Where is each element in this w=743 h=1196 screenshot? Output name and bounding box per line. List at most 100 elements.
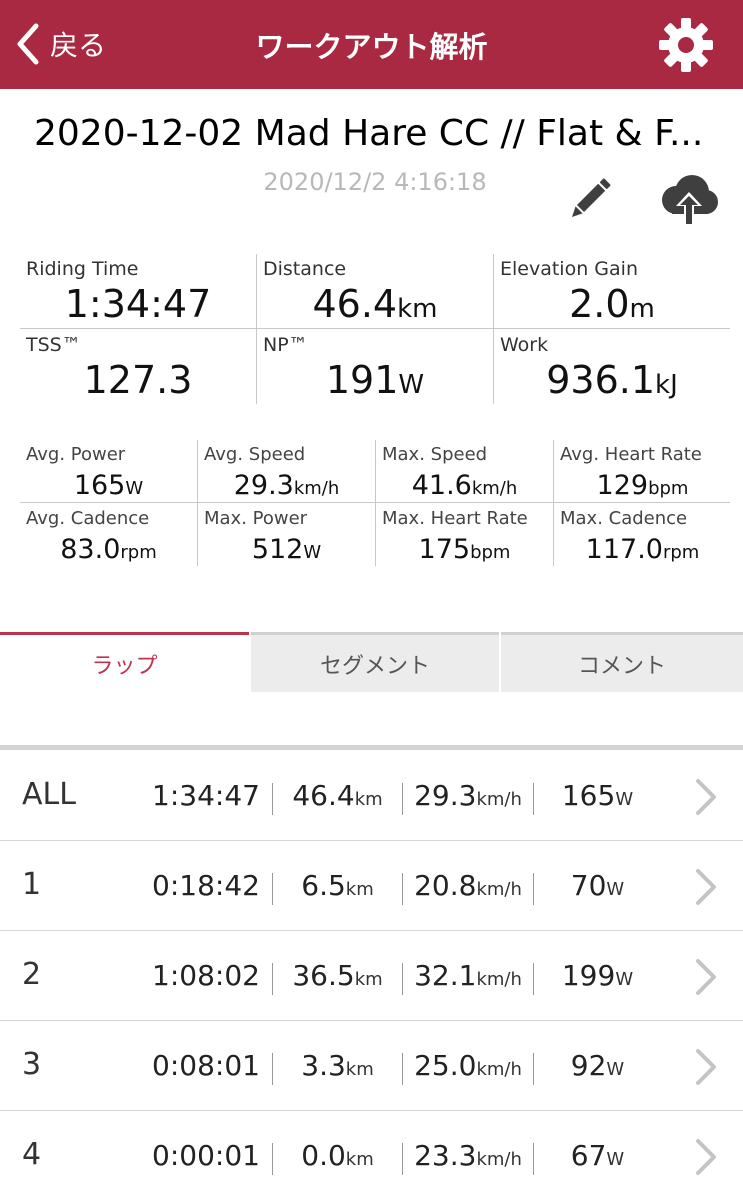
- lap-power: 67: [570, 1139, 607, 1172]
- lap-row[interactable]: 2 1:08:02 36.5km 32.1km/h 199W: [0, 931, 743, 1021]
- lap-distance: 6.5: [301, 869, 346, 902]
- stat-label: Max. Speed: [382, 444, 488, 465]
- lap-name: ALL: [22, 777, 76, 812]
- divider: [493, 254, 494, 404]
- stat-label: Max. Heart Rate: [382, 508, 528, 529]
- stat-np: NP™ 191W: [257, 330, 493, 405]
- lap-speed: 23.3: [414, 1139, 477, 1172]
- stat-max-power: Max. Power 512W: [198, 504, 375, 567]
- lap-power-unit: W: [615, 969, 634, 990]
- lap-row[interactable]: 4 0:00:01 0.0km 23.3km/h 67W: [0, 1111, 743, 1196]
- stat-distance: Distance 46.4km: [257, 254, 493, 329]
- chevron-right-icon: [696, 1049, 716, 1085]
- divider: [197, 440, 198, 566]
- divider: [272, 1143, 273, 1175]
- lap-time: 1:08:02: [152, 959, 260, 992]
- stat-value: 1:34:47: [64, 282, 212, 326]
- stat-label: Work: [500, 334, 549, 356]
- lap-speed-unit: km/h: [476, 879, 522, 900]
- lap-power: 92: [570, 1049, 607, 1082]
- page-title: ワークアウト解析: [255, 30, 488, 64]
- stat-unit: kJ: [655, 370, 678, 400]
- lap-speed: 29.3: [414, 779, 477, 812]
- stat-value: 29.3: [233, 470, 294, 501]
- gear-icon[interactable]: [657, 16, 715, 74]
- workout-title: 2020-12-02 Mad Hare CC // Flat & F...: [34, 113, 704, 154]
- lap-distance-unit: km: [345, 879, 374, 900]
- divider: [272, 1053, 273, 1085]
- stat-riding-time: Riding Time 1:34:47: [20, 254, 256, 329]
- lap-power-unit: W: [615, 789, 634, 810]
- divider: [533, 783, 534, 815]
- stat-unit: bpm: [470, 542, 511, 563]
- tab-segments[interactable]: セグメント: [251, 632, 499, 692]
- lap-row[interactable]: 1 0:18:42 6.5km 20.8km/h 70W: [0, 841, 743, 931]
- lap-speed-unit: km/h: [476, 969, 522, 990]
- tab-comments[interactable]: コメント: [501, 632, 743, 692]
- stat-unit: km: [397, 294, 438, 324]
- summary-stats: Riding Time 1:34:47 Distance 46.4km Elev…: [20, 254, 730, 404]
- lap-power-unit: W: [606, 879, 625, 900]
- lap-distance-unit: km: [354, 789, 383, 810]
- stat-label: Avg. Cadence: [26, 508, 150, 529]
- stat-unit: W: [303, 542, 322, 563]
- detail-stats: Avg. Power 165W Avg. Speed 29.3km/h Max.…: [20, 440, 730, 566]
- lap-speed: 25.0: [414, 1049, 477, 1082]
- stat-unit: W: [125, 478, 144, 499]
- stat-unit: rpm: [662, 542, 700, 563]
- pencil-icon[interactable]: [565, 176, 613, 224]
- divider: [533, 963, 534, 995]
- stat-label: Avg. Speed: [204, 444, 306, 465]
- stat-value: 46.4: [312, 282, 398, 326]
- stat-work: Work 936.1kJ: [494, 330, 730, 405]
- stat-label: Riding Time: [26, 258, 139, 280]
- app-header: 戻る ワークアウト解析: [0, 0, 743, 89]
- stat-value: 512: [251, 534, 304, 565]
- lap-power-unit: W: [606, 1059, 625, 1080]
- lap-row[interactable]: 3 0:08:01 3.3km 25.0km/h 92W: [0, 1021, 743, 1111]
- stat-value: 127.3: [83, 358, 193, 402]
- stat-unit: rpm: [120, 542, 157, 563]
- stat-max-heart-rate: Max. Heart Rate 175bpm: [376, 504, 553, 567]
- stat-tss: TSS™ 127.3: [20, 330, 256, 405]
- lap-distance: 36.5: [292, 959, 355, 992]
- chevron-right-icon: [696, 959, 716, 995]
- stat-avg-power: Avg. Power 165W: [20, 440, 197, 503]
- stat-elevation-gain: Elevation Gain 2.0m: [494, 254, 730, 329]
- cloud-upload-icon[interactable]: [656, 170, 722, 226]
- stat-value: 175: [418, 534, 471, 565]
- stat-label: Max. Cadence: [560, 508, 688, 529]
- stat-value: 41.6: [411, 470, 472, 501]
- stat-value: 936.1: [546, 358, 656, 402]
- stat-avg-cadence: Avg. Cadence 83.0rpm: [20, 504, 197, 567]
- stat-max-cadence: Max. Cadence 117.0rpm: [554, 504, 731, 567]
- stat-label: NP™: [263, 334, 308, 356]
- chevron-right-icon: [696, 1139, 716, 1175]
- lap-power: 70: [570, 869, 607, 902]
- lap-row[interactable]: ALL 1:34:47 46.4km 29.3km/h 165W: [0, 751, 743, 841]
- lap-name: 4: [22, 1137, 42, 1172]
- lap-speed-unit: km/h: [476, 1149, 522, 1170]
- lap-speed: 20.8: [414, 869, 477, 902]
- lap-power: 165: [561, 779, 616, 812]
- lap-speed-unit: km/h: [476, 789, 522, 810]
- workout-datetime: 2020/12/2 4:16:18: [263, 168, 487, 196]
- stat-avg-heart-rate: Avg. Heart Rate 129bpm: [554, 440, 731, 503]
- lap-speed-unit: km/h: [476, 1059, 522, 1080]
- lap-distance: 0.0: [301, 1139, 346, 1172]
- lap-power: 199: [561, 959, 616, 992]
- lap-distance-unit: km: [345, 1149, 374, 1170]
- chevron-right-icon: [696, 779, 716, 815]
- tab-laps[interactable]: ラップ: [0, 632, 249, 692]
- divider: [256, 254, 257, 404]
- stat-unit: m: [629, 294, 655, 324]
- stat-unit: km/h: [293, 478, 340, 499]
- stat-unit: bpm: [648, 478, 689, 499]
- stat-value: 129: [596, 470, 649, 501]
- lap-time: 1:34:47: [152, 779, 260, 812]
- stat-label: Avg. Heart Rate: [560, 444, 702, 465]
- stat-avg-speed: Avg. Speed 29.3km/h: [198, 440, 375, 503]
- stat-max-speed: Max. Speed 41.6km/h: [376, 440, 553, 503]
- chevron-right-icon: [696, 869, 716, 905]
- divider: [20, 328, 730, 329]
